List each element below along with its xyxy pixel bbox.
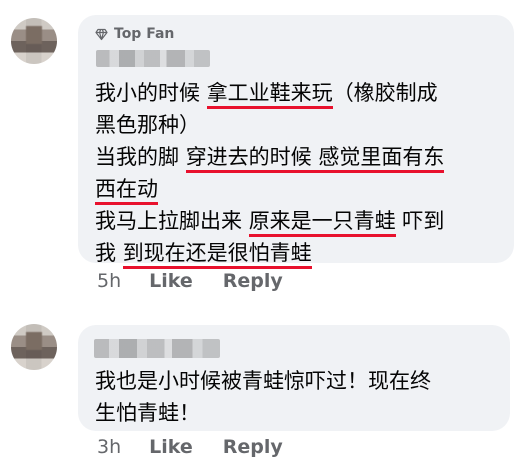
badge-label: Top Fan (114, 26, 175, 42)
comment-text-segment: （橡胶制成 (332, 81, 438, 105)
comment-line: 当我的脚 穿进去的时候 感觉里面有东 (95, 141, 445, 173)
comment-line: 黑色那种） (95, 109, 444, 141)
comment-text-segment: 生怕青蛙！ (95, 401, 200, 425)
comment-text-segment: 我小的时候 (95, 81, 207, 105)
comment-text: 我小的时候 拿工业鞋来玩（橡胶制成黑色那种） 当我的脚 穿进去的时候 感觉里面有东… (95, 77, 445, 269)
comment-line: 我小的时候 拿工业鞋来玩（橡胶制成 (95, 77, 444, 109)
comment-bubble: Top Fan 我小的时候 拿工业鞋来玩（橡胶制成黑色那种） 当我的脚 穿进去的时… (78, 15, 514, 269)
comment-line: 生怕青蛙！ (95, 397, 431, 429)
reply-button[interactable]: Reply (223, 436, 283, 458)
comment-text-segment: 我 (95, 241, 123, 265)
like-button[interactable]: Like (149, 436, 193, 458)
comment-line: 我也是小时候被青蛙惊吓过！现在终 (95, 365, 431, 397)
comment-actions: 5h Like Reply (97, 270, 283, 292)
comment-bubble: 我也是小时候被青蛙惊吓过！现在终 生怕青蛙！ (78, 325, 510, 431)
comment-line: 西在动 (95, 173, 444, 205)
commenter-name[interactable] (94, 339, 220, 358)
comment-text-segment: 当我的脚 (95, 145, 186, 169)
like-button[interactable]: Like (149, 270, 193, 292)
underlined-text: 穿进去的时候 感觉里面有东 (185, 145, 445, 173)
comment-line: 我马上拉脚出来 原来是一只青蛙 吓到 (95, 205, 444, 237)
comment-actions: 3h Like Reply (97, 436, 283, 458)
avatar[interactable] (11, 324, 57, 370)
timestamp[interactable]: 3h (97, 436, 121, 458)
commenter-name[interactable] (96, 50, 210, 67)
comment-text: 我也是小时候被青蛙惊吓过！现在终 生怕青蛙！ (95, 365, 431, 429)
comment-text-segment: 黑色那种） (95, 113, 200, 137)
avatar[interactable] (11, 18, 57, 64)
comment-text-segment: 我马上拉脚出来 (95, 209, 249, 233)
underlined-text: 到现在还是很怕青蛙 (122, 241, 312, 269)
timestamp[interactable]: 5h (97, 270, 121, 292)
reply-button[interactable]: Reply (223, 270, 283, 292)
comment-text-segment: 吓到 (395, 209, 445, 233)
underlined-text: 原来是一只青蛙 (248, 209, 396, 237)
top-fan-badge: Top Fan (95, 26, 174, 42)
underlined-text: 西在动 (95, 177, 158, 205)
diamond-icon (95, 28, 108, 40)
comment-text-segment: 我也是小时候被青蛙惊吓过！现在终 (95, 369, 431, 393)
underlined-text: 拿工业鞋来玩 (206, 81, 333, 109)
comment-line: 我 到现在还是很怕青蛙 (95, 237, 444, 269)
